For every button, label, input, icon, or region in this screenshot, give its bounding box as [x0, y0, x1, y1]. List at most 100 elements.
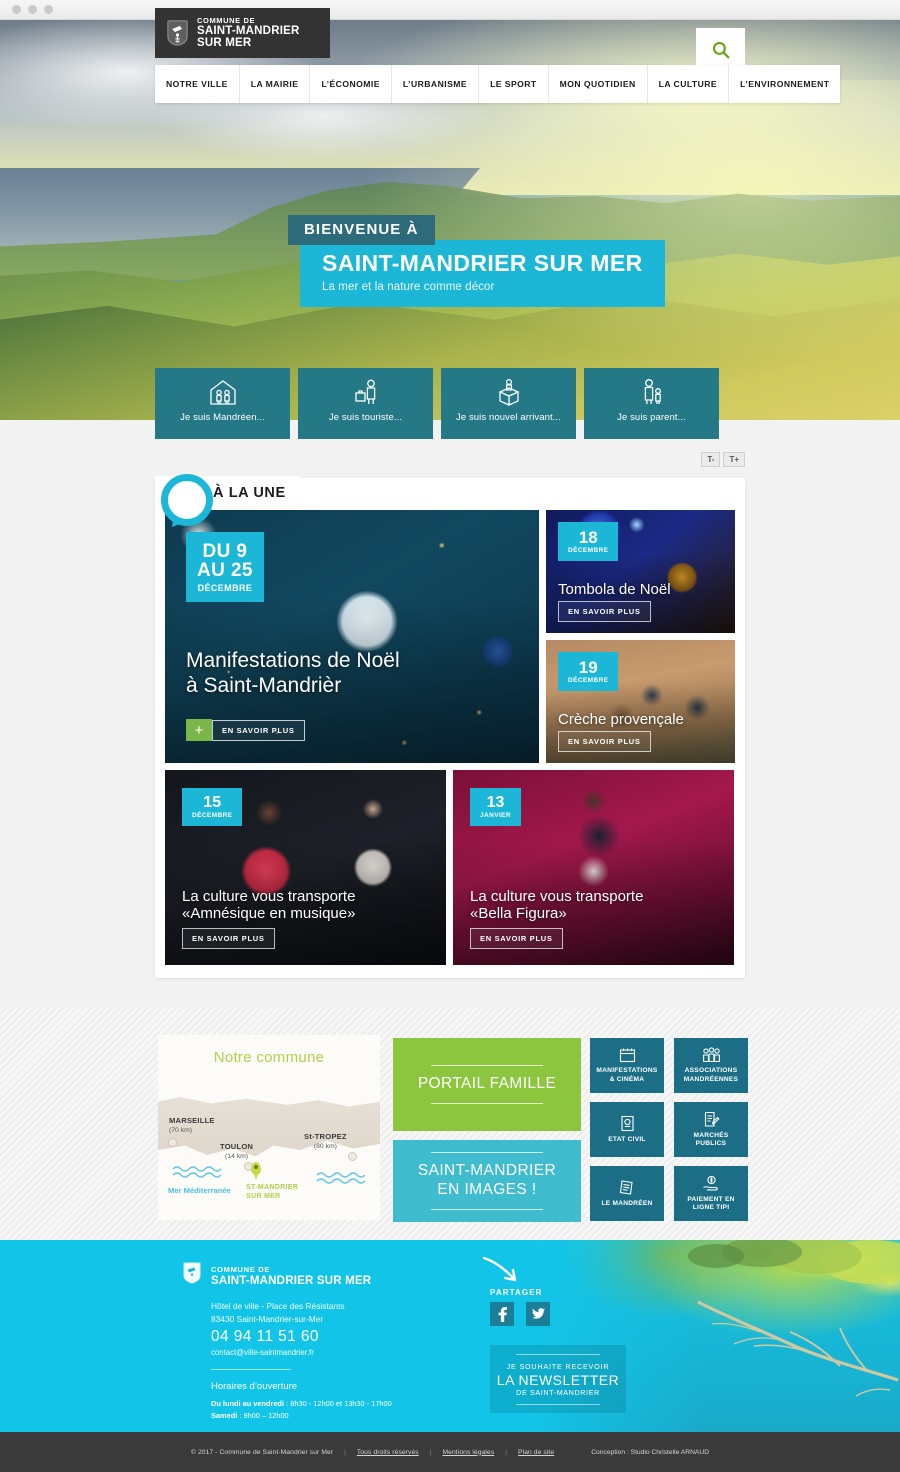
- map-dot-marseille: [168, 1138, 177, 1147]
- service-label-line2: PUBLICS: [695, 1140, 727, 1147]
- map-city-distance: (80 km): [313, 1143, 337, 1151]
- nav-item-la-culture[interactable]: LA CULTURE: [647, 65, 730, 103]
- newsletter-line2: LA NEWSLETTER: [496, 1371, 620, 1388]
- news-card-bella-figura[interactable]: 13 JANVIER La culture vous transporte «B…: [453, 770, 734, 965]
- service-le-mandreen[interactable]: LE MANDRÉEN: [590, 1166, 664, 1221]
- card-more-button[interactable]: EN SAVOIR PLUS: [212, 720, 305, 741]
- quick-tile-parent[interactable]: Je suis parent...: [584, 368, 719, 439]
- map-city-name: St-TROPEZ: [304, 1132, 347, 1141]
- text-increase-button[interactable]: T+: [723, 452, 745, 467]
- quick-tile-label: Je suis nouvel arrivant...: [455, 412, 562, 423]
- card-date-badge: 19 DÉCEMBRE: [558, 652, 619, 691]
- divider: [431, 1208, 543, 1210]
- nav-item-notre-ville[interactable]: NOTRE VILLE: [155, 65, 240, 103]
- quick-tile-label: Je suis Mandréen...: [180, 412, 265, 423]
- quick-tile-touriste[interactable]: Je suis touriste...: [298, 368, 433, 439]
- service-label: LE MANDRÉEN: [601, 1200, 652, 1208]
- footer-hours: Du lundi au vendredi : 8h30 - 12h00 et 1…: [211, 1398, 392, 1422]
- quick-tile-nouvel-arrivant[interactable]: Je suis nouvel arrivant...: [441, 368, 576, 439]
- link-tous-droits-reserves[interactable]: Tous droits réservés: [357, 1449, 419, 1456]
- card-date-badge: 18 DÉCEMBRE: [558, 522, 619, 561]
- window-close-button[interactable]: [12, 5, 21, 14]
- newsletter-button[interactable]: JE SOUHAITE RECEVOIR LA NEWSLETTER DE SA…: [490, 1345, 626, 1413]
- card-more-button[interactable]: EN SAVOIR PLUS: [558, 731, 651, 752]
- service-label-line1: LE MANDRÉEN: [601, 1199, 653, 1207]
- text-decrease-button[interactable]: T-: [701, 452, 721, 467]
- en-images-label: SAINT-MANDRIER EN IMAGES !: [418, 1153, 556, 1208]
- browser-chrome: [0, 0, 900, 20]
- quick-tile-mandreen[interactable]: Je suis Mandréen...: [155, 368, 290, 439]
- service-label: PAIEMENT EN LIGNE TIPI: [687, 1196, 734, 1212]
- logo-text: COMMUNE DE SAINT-MANDRIER SUR MER: [197, 16, 299, 50]
- nav-item-le-sport[interactable]: LE SPORT: [479, 65, 549, 103]
- nav-item-mon-quotidien[interactable]: MON QUOTIDIEN: [548, 65, 648, 103]
- news-card-manifestations-noel[interactable]: DU 9 AU 25 DÉCEMBRE Manifestations de No…: [165, 510, 539, 763]
- coat-of-arms-icon: [167, 20, 188, 46]
- map-pin-icon: [251, 1162, 261, 1180]
- card-date-month: DÉCEMBRE: [197, 582, 253, 593]
- nav-item-urbanisme[interactable]: L’URBANISME: [391, 65, 480, 103]
- quick-access-tiles: Je suis Mandréen... Je suis touriste... …: [155, 368, 719, 439]
- footer-email[interactable]: contact@ville-saintmandrier.fr: [211, 1348, 314, 1357]
- map-label-st-tropez: St-TROPEZ (80 km): [304, 1132, 347, 1152]
- service-paiement-ligne-tipi[interactable]: PAIEMENT EN LIGNE TIPI: [674, 1166, 748, 1221]
- en-images-label-line1: SAINT-MANDRIER: [417, 1162, 557, 1180]
- nav-item-la-mairie[interactable]: LA MAIRIE: [239, 65, 311, 103]
- quick-tile-label: Je suis parent...: [617, 412, 686, 423]
- card-title-line2: «Bella Figura»: [470, 905, 567, 923]
- card-date-number: 19: [578, 658, 598, 677]
- service-label: MARCHÉS PUBLICS: [693, 1132, 728, 1148]
- card-date-badge: 15 DÉCEMBRE: [182, 788, 243, 826]
- commune-map-card[interactable]: Notre commune MARSEILLE (70 km) TOULON (…: [158, 1035, 380, 1220]
- facebook-icon[interactable]: [490, 1302, 514, 1326]
- site-logo[interactable]: COMMUNE DE SAINT-MANDRIER SUR MER: [155, 8, 330, 58]
- card-title: Manifestations de Noël à Saint-Mandrièr: [186, 649, 516, 699]
- separator: |: [344, 1448, 346, 1456]
- map-label-toulon: TOULON (14 km): [220, 1142, 253, 1162]
- portail-famille-button[interactable]: PORTAIL FAMILLE: [393, 1038, 581, 1131]
- newspaper-icon: [619, 1179, 635, 1196]
- news-card-amnesique-en-musique[interactable]: 15 DÉCEMBRE La culture vous transporte «…: [165, 770, 446, 965]
- wave-right-icon: [316, 1172, 366, 1184]
- nav-item-economie[interactable]: L’ÉCONOMIE: [310, 65, 392, 103]
- map-dot-st-tropez: [348, 1152, 357, 1161]
- card-date-number: 18: [578, 528, 598, 547]
- saint-mandrier-en-images-button[interactable]: SAINT-MANDRIER EN IMAGES !: [393, 1140, 581, 1222]
- window-minimize-button[interactable]: [28, 5, 37, 14]
- service-associations-mandreennes[interactable]: ASSOCIATIONS MANDRÉENNES: [674, 1038, 748, 1093]
- card-more-button[interactable]: EN SAVOIR PLUS: [558, 601, 651, 622]
- link-plan-de-site[interactable]: Plan de site: [518, 1449, 554, 1456]
- news-card-tombola-noel[interactable]: 18 DÉCEMBRE Tombola de Noël EN SAVOIR PL…: [546, 510, 735, 633]
- browser-window: COMMUNE DE SAINT-MANDRIER SUR MER NOTRE …: [0, 0, 900, 1472]
- card-plus-icon[interactable]: +: [186, 719, 212, 741]
- link-mentions-legales[interactable]: Mentions légales: [443, 1449, 495, 1456]
- footer-phone[interactable]: 04 94 11 51 60: [211, 1328, 319, 1346]
- service-manifestations-cinema[interactable]: MANIFESTATIONS & CINÉMA: [590, 1038, 664, 1093]
- footer-hours-saturday-label: Samedi: [211, 1410, 238, 1420]
- card-date-month: JANVIER: [480, 812, 511, 820]
- separator: |: [505, 1448, 508, 1456]
- card-date-badge: 13 JANVIER: [470, 788, 521, 826]
- main-navigation[interactable]: NOTRE VILLE LA MAIRIE L’ÉCONOMIE L’URBAN…: [155, 65, 841, 103]
- card-more-button[interactable]: EN SAVOIR PLUS: [182, 928, 275, 949]
- separator: |: [429, 1448, 432, 1456]
- card-date-number: 15: [203, 794, 222, 811]
- news-card-creche-provencale[interactable]: 19 DÉCEMBRE Crèche provençale EN SAVOIR …: [546, 640, 735, 763]
- service-etat-civil[interactable]: ETAT CIVIL: [590, 1102, 664, 1157]
- footer-hours-saturday-value: : 9h00 – 12h00: [237, 1410, 289, 1420]
- service-label-line1: MARCHÉS: [693, 1131, 729, 1139]
- window-maximize-button[interactable]: [44, 5, 53, 14]
- service-marches-publics[interactable]: MARCHÉS PUBLICS: [674, 1102, 748, 1157]
- service-label-line2: MANDRÉENNES: [683, 1075, 739, 1083]
- design-credit: Conception : Studio Christelle ARNAUD: [591, 1448, 710, 1456]
- hero-subtitle: La mer et la nature comme décor: [322, 281, 495, 293]
- service-label-line1: ASSOCIATIONS: [684, 1067, 738, 1075]
- nav-item-environnement[interactable]: L’ENVIRONNEMENT: [729, 65, 841, 103]
- twitter-icon[interactable]: [526, 1302, 550, 1326]
- card-title: La culture vous transporte «Bella Figura…: [470, 888, 720, 923]
- logo-name-line2: SUR MER: [197, 37, 252, 50]
- card-more-button[interactable]: EN SAVOIR PLUS: [470, 928, 563, 949]
- service-label-line1: ETAT CIVIL: [608, 1135, 646, 1143]
- map-city-distance: (70 km): [169, 1127, 193, 1135]
- map-city-name: MARSEILLE: [169, 1116, 215, 1125]
